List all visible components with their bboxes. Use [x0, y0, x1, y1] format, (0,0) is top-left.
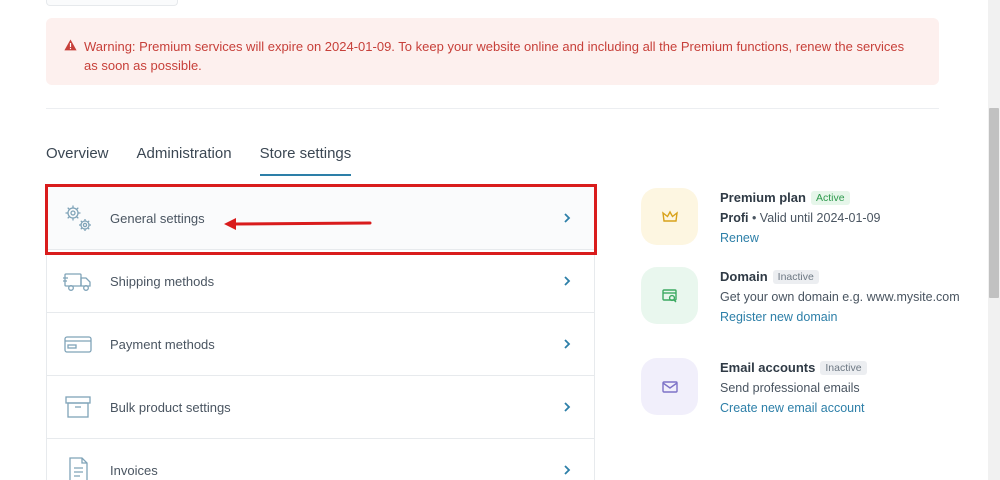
tab-store-settings[interactable]: Store settings [259, 140, 351, 176]
domain-description: Get your own domain e.g. www.mysite.com [720, 290, 960, 304]
renew-link[interactable]: Renew [720, 231, 759, 245]
status-badge: Active [810, 191, 850, 205]
chevron-right-icon [564, 402, 571, 412]
email-icon-tile [641, 358, 698, 415]
domain-title: Domain [720, 269, 768, 284]
top-panel-edge [46, 0, 178, 6]
settings-item-bulk-product[interactable]: Bulk product settings [47, 376, 594, 439]
box-icon [65, 396, 91, 418]
tab-bar: Overview Administration Store settings [46, 140, 379, 178]
create-email-link[interactable]: Create new email account [720, 401, 865, 415]
email-accounts-description: Send professional emails [720, 381, 860, 395]
domain-icon-tile [641, 267, 698, 324]
status-badge: Inactive [820, 361, 867, 375]
chevron-right-icon [564, 276, 571, 286]
premium-icon-tile [641, 188, 698, 245]
settings-item-label: Payment methods [110, 336, 215, 352]
card-icon [64, 336, 92, 353]
domain-info: Domain Inactive Get your own domain e.g. … [720, 268, 960, 326]
email-accounts-info: Email accounts Inactive Send professional… [720, 359, 960, 417]
settings-item-label: General settings [110, 210, 205, 226]
chevron-right-icon [564, 465, 571, 475]
settings-item-label: Bulk product settings [110, 399, 231, 415]
premium-plan-info: Premium plan Active Profi • Valid until 2… [720, 189, 960, 247]
plan-name: Profi [720, 211, 749, 225]
crown-icon [661, 210, 678, 222]
chevron-right-icon [564, 339, 571, 349]
settings-item-payment[interactable]: Payment methods [47, 313, 594, 376]
settings-item-label: Shipping methods [110, 273, 215, 289]
chevron-right-icon [564, 213, 571, 223]
settings-item-shipping[interactable]: Shipping methods [47, 250, 594, 313]
plan-validity: • Valid until 2024-01-09 [748, 211, 881, 225]
settings-item-invoices[interactable]: Invoices [47, 439, 594, 480]
warning-icon [64, 39, 77, 51]
envelope-icon [661, 380, 678, 393]
annotation-arrow-icon [224, 218, 372, 230]
email-accounts-title: Email accounts [720, 360, 816, 375]
settings-item-label: Invoices [110, 462, 158, 478]
truck-icon [63, 273, 91, 291]
invoice-icon [69, 457, 88, 480]
scrollbar-thumb[interactable] [989, 108, 999, 298]
gears-icon [65, 205, 91, 231]
premium-plan-details: Profi • Valid until 2024-01-09 [720, 210, 960, 227]
warning-text: Warning: Premium services will expire on… [84, 39, 905, 73]
page-scrollbar[interactable] [988, 0, 1000, 480]
section-divider [46, 108, 939, 109]
register-domain-link[interactable]: Register new domain [720, 310, 837, 324]
tab-overview[interactable]: Overview [46, 140, 109, 176]
status-badge: Inactive [772, 270, 819, 284]
expiry-warning-banner: Warning: Premium services will expire on… [46, 18, 939, 85]
tab-administration[interactable]: Administration [137, 140, 232, 176]
premium-plan-title: Premium plan [720, 190, 806, 205]
domain-search-icon [661, 288, 677, 302]
